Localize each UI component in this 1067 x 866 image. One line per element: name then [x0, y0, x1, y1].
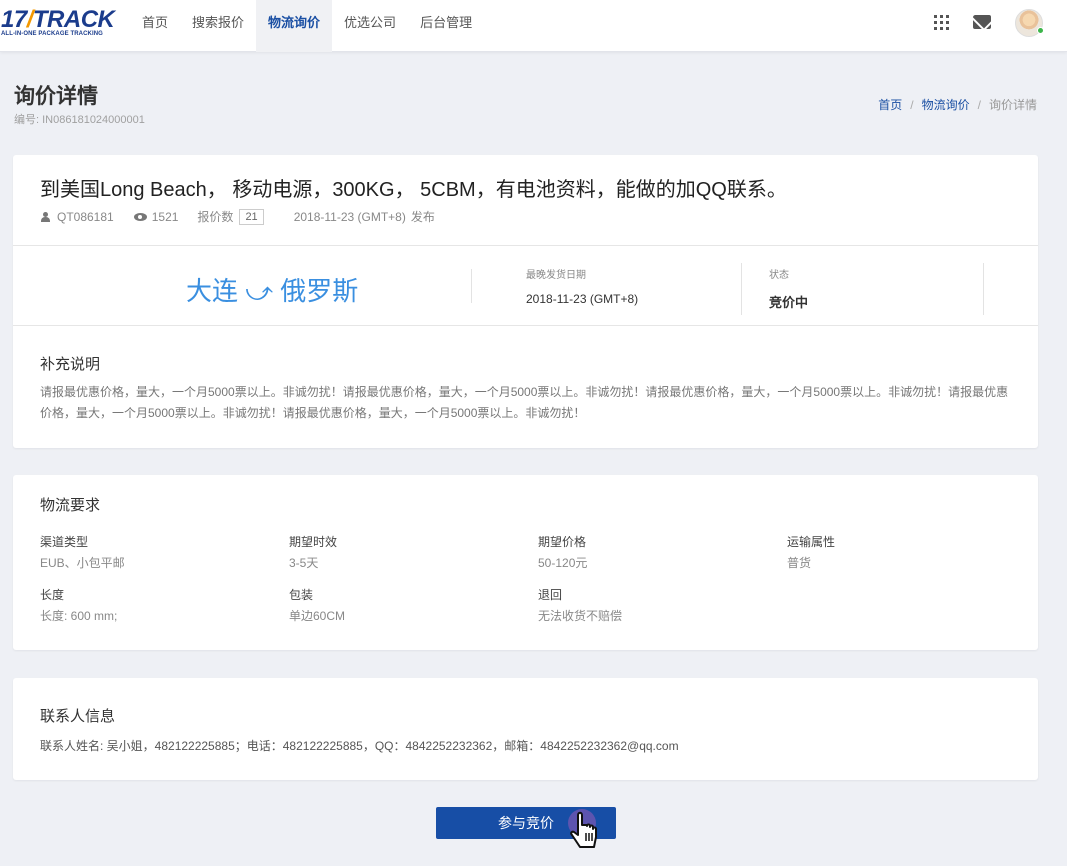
main-nav: 首页 搜索报价 物流询价 优选公司 后台管理	[130, 0, 484, 52]
route-origin-destination: 大连 ⤻ 俄罗斯	[186, 276, 359, 306]
requirements-card: 物流要求 渠道类型 EUB、小包平邮 期望时效 3-5天 期望价格 50-120…	[13, 475, 1038, 650]
status-value: 竞价中	[769, 295, 809, 310]
inquiry-id: 编号: IN086181024000001	[14, 114, 145, 126]
divider-vertical	[741, 263, 742, 315]
nav-item-search-quotes[interactable]: 搜索报价	[180, 0, 256, 52]
latest-ship-date-value: 2018-11-23 (GMT+8)	[526, 292, 639, 306]
eye-icon	[133, 212, 147, 221]
inquiry-summary-card: 到美国Long Beach， 移动电源，300KG， 5CBM，有电池资料，能做…	[13, 155, 1038, 448]
breadcrumb-separator: /	[910, 98, 914, 112]
breadcrumb: 首页 / 物流询价 / 询价详情	[878, 96, 1037, 113]
nav-item-preferred-companies[interactable]: 优选公司	[332, 0, 408, 52]
req-packaging-label: 包装	[289, 588, 314, 602]
contact-title: 联系人信息	[40, 708, 116, 725]
quote-count-label: 报价数	[197, 210, 234, 224]
breadcrumb-current: 询价详情	[988, 98, 1037, 112]
req-expected-price-value: 50-120元	[538, 556, 588, 570]
quote-count-badge: 21	[239, 208, 264, 225]
user-icon	[40, 211, 50, 222]
latest-ship-date-label: 最晚发货日期	[526, 270, 586, 281]
contact-details: 联系人姓名: 吴小姐，482122225885；电话：482122225885，…	[40, 739, 679, 753]
req-expected-time-value: 3-5天	[289, 556, 319, 570]
req-channel-type-label: 渠道类型	[40, 535, 89, 549]
req-length-value: 长度: 600 mm;	[40, 609, 118, 623]
inquiry-user: QT086181	[57, 209, 114, 224]
inquiry-views: 1521	[151, 209, 179, 224]
nav-item-logistics-inquiry[interactable]: 物流询价	[256, 0, 333, 52]
breadcrumb-separator: /	[977, 98, 981, 112]
published-suffix: 发布	[410, 210, 435, 224]
contact-card: 联系人信息 联系人姓名: 吴小姐，482122225885；电话：4821222…	[13, 678, 1038, 780]
req-transport-attr-label: 运输属性	[787, 535, 836, 549]
breadcrumb-home[interactable]: 首页	[878, 98, 902, 112]
mail-icon[interactable]	[973, 15, 991, 29]
inquiry-meta: QT086181 1521 报价数 21 2018-11-23 (GMT+8) …	[40, 208, 435, 225]
divider	[13, 245, 1038, 246]
notes-text: 请报最优惠价格，量大，一个月5000票以上。非诚勿扰！请报最优惠价格，量大，一个…	[40, 385, 1009, 420]
status-label: 状态	[769, 270, 789, 281]
divider-vertical	[983, 263, 984, 315]
req-expected-time-label: 期望时效	[289, 535, 338, 549]
hand-pointer-cursor-icon	[568, 809, 597, 848]
divider	[13, 325, 1038, 326]
requirements-title: 物流要求	[40, 497, 101, 514]
top-nav-bar: 17/TRACK ALL-IN-ONE PACKAGE TRACKING 首页 …	[0, 0, 1067, 52]
published-date: 2018-11-23 (GMT+8)	[293, 209, 406, 224]
inquiry-headline: 到美国Long Beach， 移动电源，300KG， 5CBM，有电池资料，能做…	[40, 179, 787, 201]
nav-item-home[interactable]: 首页	[130, 0, 180, 52]
divider-vertical	[471, 269, 472, 303]
req-return-label: 退回	[538, 588, 563, 602]
req-expected-price-label: 期望价格	[538, 535, 587, 549]
req-return-value: 无法收货不赔偿	[538, 609, 623, 623]
online-status-dot	[1037, 27, 1044, 34]
breadcrumb-logistics-inquiry[interactable]: 物流询价	[922, 98, 970, 112]
logo-tagline: ALL-IN-ONE PACKAGE TRACKING	[1, 31, 103, 37]
req-length-label: 长度	[40, 588, 65, 602]
req-transport-attr-value: 普货	[787, 556, 812, 570]
logo-17track[interactable]: 17/TRACK ALL-IN-ONE PACKAGE TRACKING	[0, 6, 120, 46]
apps-grid-icon[interactable]	[934, 15, 949, 30]
nav-item-admin[interactable]: 后台管理	[408, 0, 484, 52]
req-packaging-value: 单边60CM	[289, 609, 346, 623]
page-title: 询价详情	[14, 85, 98, 108]
notes-title: 补充说明	[40, 356, 101, 373]
logo-wordmark: 17/TRACK	[1, 6, 115, 33]
req-channel-type-value: EUB、小包平邮	[40, 556, 125, 570]
